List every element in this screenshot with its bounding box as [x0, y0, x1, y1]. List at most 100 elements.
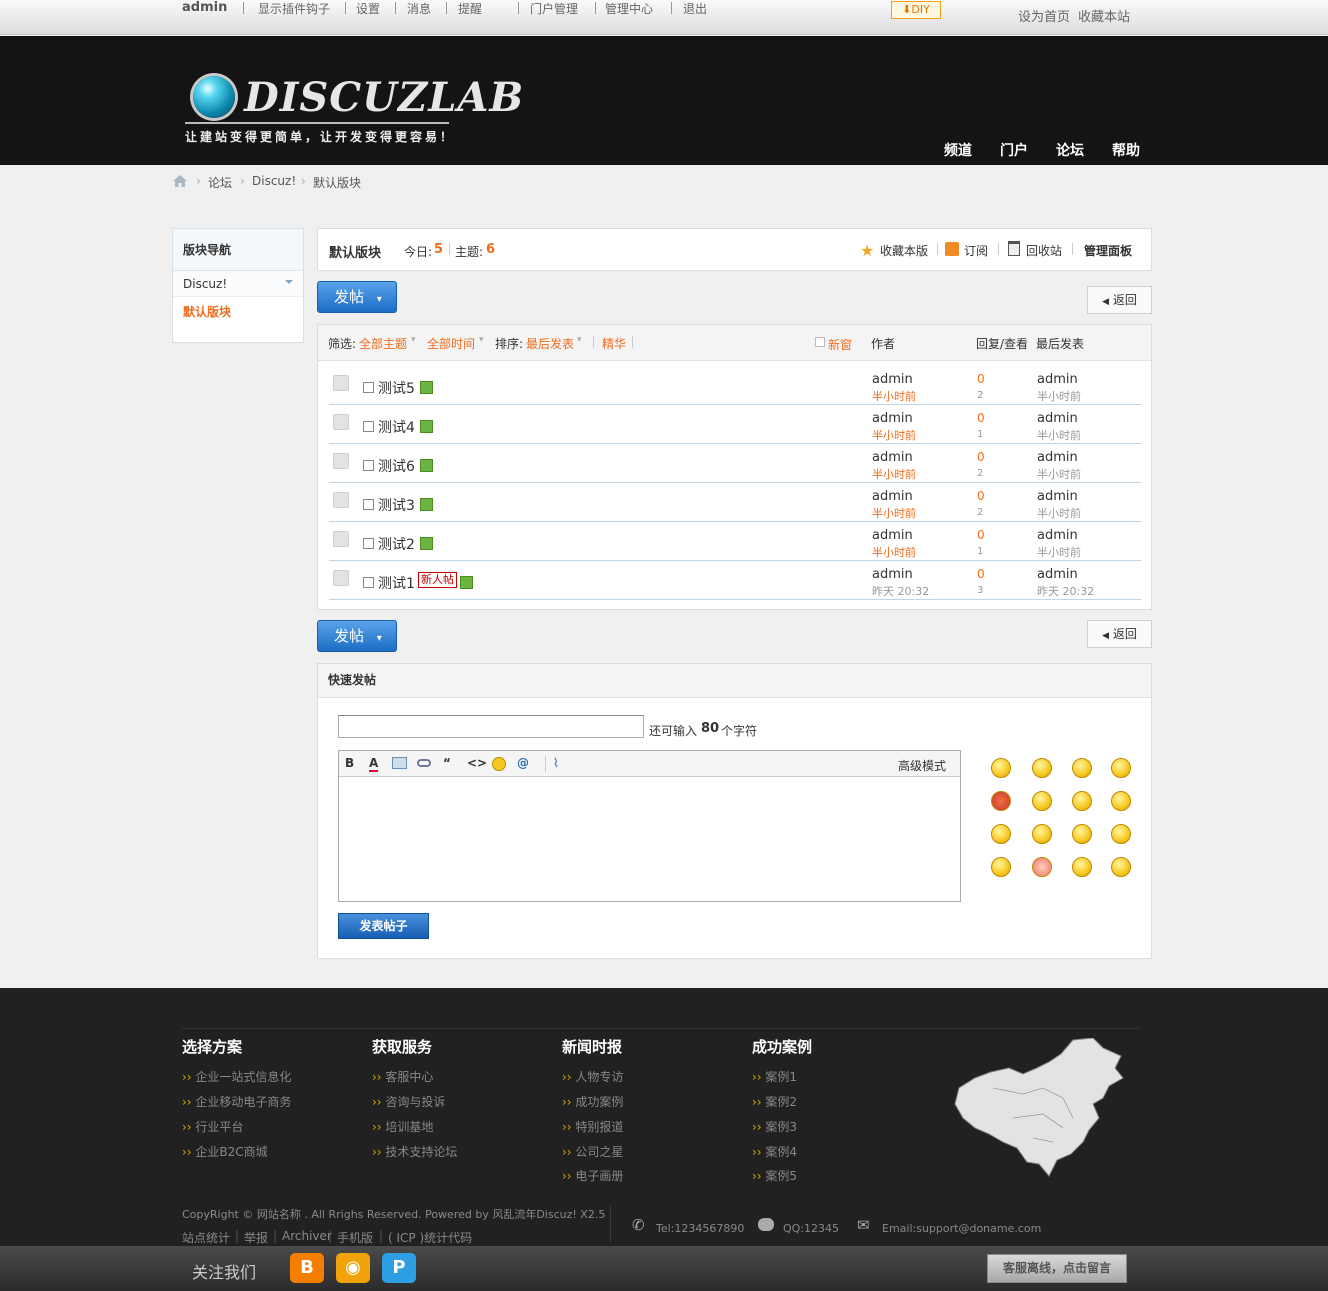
- smile-icon[interactable]: [991, 857, 1011, 877]
- message-textarea[interactable]: [339, 778, 960, 901]
- thread-row[interactable]: 测试5 admin 半小时前 0 2 admin 半小时前: [329, 366, 1141, 405]
- link-icon[interactable]: [417, 759, 431, 767]
- footer-link[interactable]: ›› 案例4: [752, 1143, 797, 1160]
- footer-link[interactable]: ›› 电子画册: [562, 1167, 623, 1184]
- thread-title[interactable]: 测试5: [378, 378, 415, 398]
- nav-forum[interactable]: 论坛: [1056, 140, 1084, 160]
- footer-link[interactable]: ›› 技术支持论坛: [372, 1143, 457, 1160]
- reminders-link[interactable]: 提醒: [458, 0, 482, 17]
- footer-link[interactable]: ›› 人物专访: [562, 1068, 623, 1085]
- wink-icon[interactable]: [1032, 824, 1052, 844]
- thread-checkbox[interactable]: [363, 499, 374, 510]
- thread-title[interactable]: 测试6: [378, 456, 415, 476]
- mad-icon[interactable]: [1072, 824, 1092, 844]
- footer-link[interactable]: ›› 培训基地: [372, 1118, 433, 1135]
- thread-row[interactable]: 测试4 admin 半小时前 0 1 admin 半小时前: [329, 405, 1141, 444]
- thread-checkbox[interactable]: [363, 577, 374, 588]
- last-post-time[interactable]: 半小时前: [1037, 544, 1081, 560]
- attachment-clip-icon[interactable]: ⌇: [553, 756, 559, 770]
- set-home-link[interactable]: 设为首页: [1018, 6, 1070, 25]
- thread-checkbox[interactable]: [363, 382, 374, 393]
- thread-row[interactable]: 测试6 admin 半小时前 0 2 admin 半小时前: [329, 444, 1141, 483]
- footer-link[interactable]: ›› 特别报道: [562, 1118, 623, 1135]
- last-post-time[interactable]: 半小时前: [1037, 505, 1081, 521]
- advanced-mode-link[interactable]: 高级模式: [898, 757, 946, 774]
- offline-service-button[interactable]: 客服离线，点击留言: [987, 1254, 1127, 1283]
- thread-author[interactable]: admin: [872, 528, 913, 543]
- filter-all-time[interactable]: 全部时间: [427, 335, 475, 352]
- new-post-button[interactable]: 发帖 ▾: [317, 281, 397, 313]
- favorite-site-link[interactable]: 收藏本站: [1078, 6, 1130, 25]
- breadcrumb-forum[interactable]: 论坛: [208, 174, 232, 191]
- blog-icon[interactable]: B: [290, 1253, 324, 1283]
- font-color-icon[interactable]: A: [369, 756, 379, 772]
- quote-icon[interactable]: “: [443, 756, 451, 770]
- diy-button[interactable]: ⬇DIY: [891, 1, 941, 19]
- image-icon[interactable]: [392, 757, 407, 769]
- tongue-icon[interactable]: [1072, 791, 1092, 811]
- logout-link[interactable]: 退出: [683, 0, 707, 17]
- last-poster[interactable]: admin: [1037, 372, 1078, 387]
- bold-icon[interactable]: B: [345, 756, 354, 770]
- footer-bottom-link[interactable]: 举报: [244, 1229, 268, 1246]
- footer-link[interactable]: ›› 案例1: [752, 1068, 797, 1085]
- admin-center-link[interactable]: 管理中心: [605, 0, 653, 17]
- nav-channel[interactable]: 频道: [944, 140, 972, 160]
- admin-panel-link[interactable]: 管理面板: [1084, 242, 1132, 259]
- breadcrumb-discuz[interactable]: Discuz!: [252, 174, 296, 188]
- last-poster[interactable]: admin: [1037, 567, 1078, 582]
- footer-link[interactable]: ›› 企业一站式信息化: [182, 1068, 291, 1085]
- footer-link[interactable]: ›› 行业平台: [182, 1118, 243, 1135]
- sad-icon[interactable]: [1032, 758, 1052, 778]
- nav-help[interactable]: 帮助: [1112, 140, 1140, 160]
- portal-admin-link[interactable]: 门户管理: [530, 0, 578, 17]
- breadcrumb-current[interactable]: 默认版块: [313, 174, 361, 191]
- thread-author[interactable]: admin: [872, 450, 913, 465]
- reply-count[interactable]: 0: [977, 450, 985, 464]
- thread-author[interactable]: admin: [872, 411, 913, 426]
- footer-bottom-link[interactable]: 站点统计: [182, 1229, 230, 1246]
- submit-post-button[interactable]: 发表帖子: [338, 913, 429, 939]
- cry-icon[interactable]: [1111, 758, 1131, 778]
- thread-checkbox[interactable]: [363, 460, 374, 471]
- reply-count[interactable]: 0: [977, 411, 985, 425]
- thread-row[interactable]: 测试2 admin 半小时前 0 1 admin 半小时前: [329, 522, 1141, 561]
- footer-link[interactable]: ›› 案例5: [752, 1167, 797, 1184]
- thread-row[interactable]: 测试1 新人帖 admin 昨天 20:32 0 3 admin 昨天 20:3…: [329, 561, 1141, 600]
- sidebar-item-discuz[interactable]: Discuz!: [173, 271, 303, 297]
- thread-title[interactable]: 测试1: [378, 573, 415, 593]
- footer-bottom-link[interactable]: 手机版: [337, 1229, 373, 1246]
- recycle-bin-link[interactable]: 回收站: [1026, 242, 1062, 259]
- settings-link[interactable]: 设置: [356, 0, 380, 17]
- grin-icon[interactable]: [1072, 758, 1092, 778]
- footer-link[interactable]: ›› 企业移动电子商务: [182, 1093, 291, 1110]
- favorite-forum-link[interactable]: 收藏本版: [880, 242, 928, 259]
- thread-author[interactable]: admin: [872, 489, 913, 504]
- thread-author[interactable]: admin: [872, 567, 913, 582]
- tencent-weibo-icon[interactable]: P: [382, 1253, 416, 1283]
- filter-digest[interactable]: 精华: [602, 335, 626, 352]
- angry-icon[interactable]: [991, 791, 1011, 811]
- laugh-icon[interactable]: [1111, 824, 1131, 844]
- sweat-icon[interactable]: [1111, 857, 1131, 877]
- nav-portal[interactable]: 门户: [1000, 140, 1028, 160]
- last-poster[interactable]: admin: [1037, 411, 1078, 426]
- reply-count[interactable]: 0: [977, 372, 985, 386]
- reply-count[interactable]: 0: [977, 567, 985, 581]
- at-icon[interactable]: @: [517, 756, 529, 770]
- shy-icon[interactable]: [991, 824, 1011, 844]
- footer-link[interactable]: ›› 客服中心: [372, 1068, 433, 1085]
- dizzy-icon[interactable]: [1072, 857, 1092, 877]
- messages-link[interactable]: 消息: [407, 0, 431, 17]
- back-button[interactable]: ◀ 返回: [1087, 286, 1152, 314]
- thread-checkbox[interactable]: [363, 421, 374, 432]
- embarrassed-icon[interactable]: [1032, 857, 1052, 877]
- last-poster[interactable]: admin: [1037, 528, 1078, 543]
- new-post-button-bottom[interactable]: 发帖 ▾: [317, 620, 397, 652]
- last-poster[interactable]: admin: [1037, 489, 1078, 504]
- thread-checkbox[interactable]: [363, 538, 374, 549]
- footer-link[interactable]: ›› 咨询与投诉: [372, 1093, 445, 1110]
- footer-link[interactable]: ›› 公司之星: [562, 1143, 623, 1160]
- footer-link[interactable]: ›› 企业B2C商城: [182, 1143, 268, 1160]
- user-link[interactable]: admin: [182, 0, 227, 15]
